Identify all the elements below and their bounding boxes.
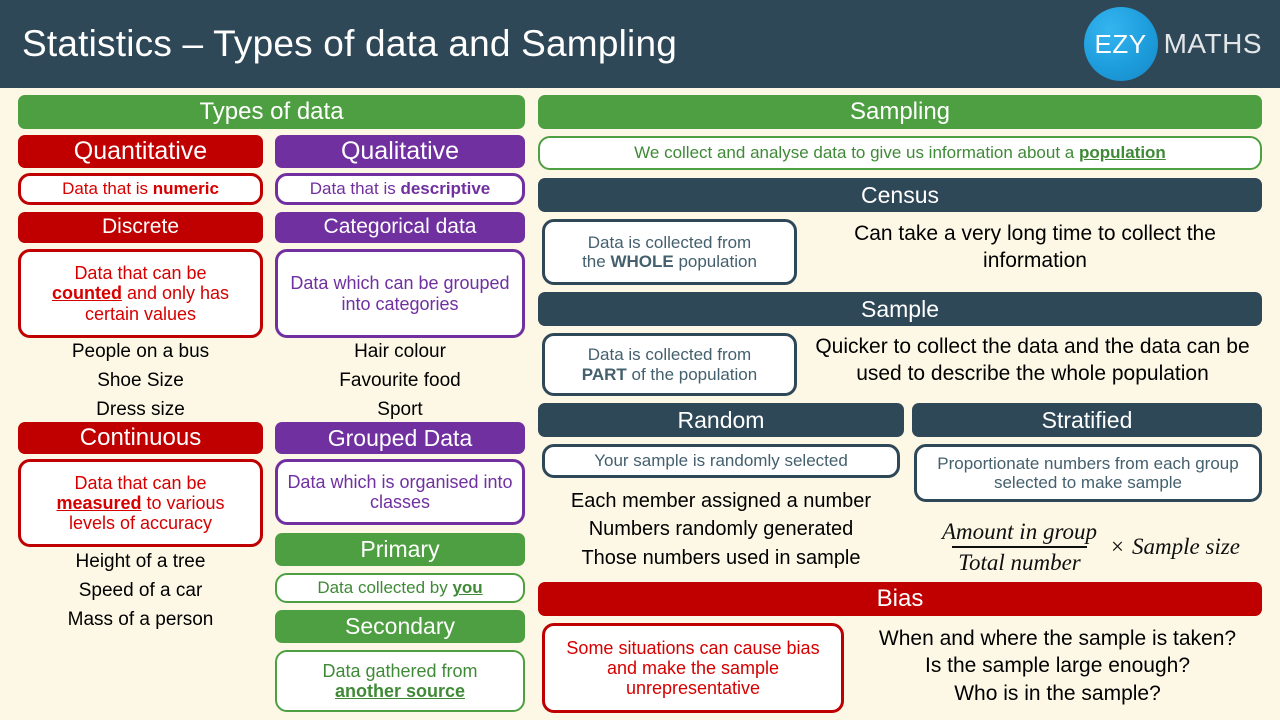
qualitative-definition-prefix: Data that is xyxy=(309,179,401,199)
qualitative-definition-bold: descriptive xyxy=(400,179,491,199)
sample-note-line2-bold: PART xyxy=(581,364,627,384)
continuous-heading: Continuous xyxy=(18,422,263,454)
continuous-definition-line3: levels of accuracy xyxy=(68,513,213,534)
qualitative-heading: Qualitative xyxy=(275,135,525,168)
bias-note: Some situations can cause bias and make … xyxy=(542,623,844,713)
list-item: Height of a tree xyxy=(75,551,206,572)
list-item: When and where the sample is taken? xyxy=(878,627,1237,650)
primary-definition-prefix: Data collected by xyxy=(317,578,453,598)
census-description: Can take a very long time to collect the… xyxy=(854,222,1216,273)
secondary-definition-underline: another source xyxy=(334,681,466,701)
continuous-definition-bold: measured xyxy=(56,492,142,513)
page-title: Statistics – Types of data and Sampling xyxy=(22,23,677,64)
primary-definition: Data collected by you xyxy=(275,573,525,603)
list-item: Numbers randomly generated xyxy=(588,518,854,541)
formula-operator: × xyxy=(1111,534,1125,559)
categorical-heading: Categorical data xyxy=(275,212,525,243)
sample-note-line2-suffix: of the population xyxy=(626,364,758,384)
quantitative-heading: Quantitative xyxy=(18,135,263,168)
grouped-data-definition: Data which is organised into classes xyxy=(275,459,525,525)
secondary-definition-prefix: Data gathered from xyxy=(322,660,478,681)
types-of-data-heading: Types of data xyxy=(18,95,525,129)
stratified-formula: Amount in group Total number × Sample si… xyxy=(912,515,1264,579)
sampling-intro-prefix: We collect and analyse data to give us i… xyxy=(634,143,1079,163)
logo-circle-icon: EZY xyxy=(1083,7,1158,81)
formula-fraction: Amount in group Total number xyxy=(936,519,1103,576)
discrete-examples: People on a bus Shoe Size Dress size xyxy=(18,338,263,425)
bias-questions: When and where the sample is taken? Is t… xyxy=(850,625,1265,707)
discrete-definition-bold: counted xyxy=(51,283,122,304)
list-item: Shoe Size xyxy=(97,369,184,391)
formula-denominator: Total number xyxy=(952,545,1087,576)
census-note-line2-bold: WHOLE xyxy=(610,252,674,271)
discrete-definition-line2: and only has xyxy=(121,283,230,304)
sampling-heading: Sampling xyxy=(538,95,1262,129)
list-item: Is the sample large enough? xyxy=(924,654,1190,678)
list-item: People on a bus xyxy=(71,341,210,362)
random-points: Each member assigned a number Numbers ra… xyxy=(538,487,904,572)
list-item: Favourite food xyxy=(339,369,461,391)
secondary-heading: Secondary xyxy=(275,610,525,643)
list-item: Dress size xyxy=(96,398,185,420)
qualitative-definition: Data that is descriptive xyxy=(275,173,525,205)
discrete-definition-line3: certain values xyxy=(84,303,197,324)
logo-mark-text: EZY xyxy=(1094,28,1147,59)
list-item: Hair colour xyxy=(354,341,446,362)
quantitative-definition-prefix: Data that is xyxy=(62,179,153,199)
primary-heading: Primary xyxy=(275,533,525,566)
sampling-intro-underline: population xyxy=(1078,143,1166,163)
quantitative-definition: Data that is numeric xyxy=(18,173,263,205)
sampling-intro: We collect and analyse data to give us i… xyxy=(538,136,1262,170)
formula-multiplier: Sample size xyxy=(1132,534,1240,559)
categorical-examples: Hair colour Favourite food Sport xyxy=(275,338,525,425)
census-note-line2-prefix: the xyxy=(582,252,611,271)
continuous-definition-line2: to various xyxy=(141,492,225,513)
sample-note-line1: Data is collected from xyxy=(587,345,752,365)
list-item: Who is in the sample? xyxy=(954,681,1161,705)
sample-heading: Sample xyxy=(538,292,1262,326)
secondary-definition: Data gathered from another source xyxy=(275,650,525,712)
continuous-definition-line1: Data that can be xyxy=(74,472,207,493)
logo-word-text: MATHS xyxy=(1163,28,1262,59)
list-item: Sport xyxy=(377,398,423,420)
page-header: Statistics – Types of data and Sampling … xyxy=(0,0,1280,88)
discrete-heading: Discrete xyxy=(18,212,263,243)
random-note: Your sample is randomly selected xyxy=(542,444,900,478)
stratified-heading: Stratified xyxy=(912,403,1262,437)
bias-heading: Bias xyxy=(538,582,1262,616)
list-item: Those numbers used in sample xyxy=(581,546,861,569)
formula-numerator: Amount in group xyxy=(942,518,1098,544)
list-item: Speed of a car xyxy=(78,579,203,601)
list-item: Each member assigned a number xyxy=(570,490,872,512)
discrete-definition-line1: Data that can be xyxy=(74,263,207,284)
stratified-note: Proportionate numbers from each group se… xyxy=(914,444,1262,502)
categorical-definition: Data which can be grouped into categorie… xyxy=(275,249,525,338)
random-heading: Random xyxy=(538,403,904,437)
census-note: Data is collected from the WHOLE populati… xyxy=(542,219,797,285)
census-note-line2-suffix: population xyxy=(673,252,757,271)
primary-definition-underline: you xyxy=(452,578,483,598)
continuous-examples: Height of a tree Speed of a car Mass of … xyxy=(18,548,263,635)
census-note-line1: Data is collected from xyxy=(587,232,752,252)
sample-description: Quicker to collect the data and the data… xyxy=(815,335,1250,386)
infographic-page: Statistics – Types of data and Sampling … xyxy=(0,0,1280,720)
ezymaths-logo: EZY MATHS xyxy=(1083,7,1262,81)
list-item: Mass of a person xyxy=(67,608,214,630)
sample-note: Data is collected from PART of the popula… xyxy=(542,333,797,396)
discrete-definition: Data that can be counted and only has cert… xyxy=(18,249,263,338)
grouped-data-heading: Grouped Data xyxy=(275,422,525,454)
quantitative-definition-bold: numeric xyxy=(152,179,219,199)
continuous-definition: Data that can be measured to various level… xyxy=(18,459,263,547)
census-heading: Census xyxy=(538,178,1262,212)
